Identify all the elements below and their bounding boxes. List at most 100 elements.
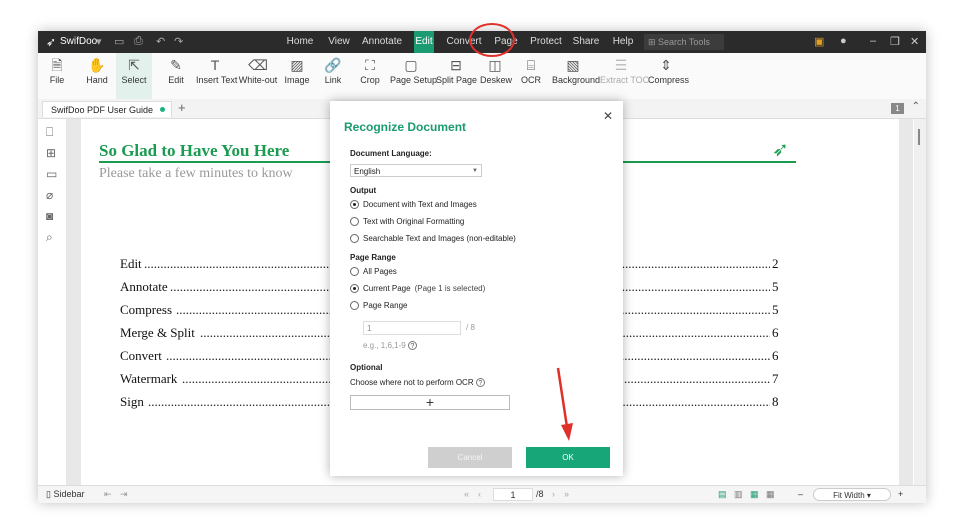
split-icon: ⊟: [450, 57, 462, 73]
radio-unchecked-icon: [350, 234, 359, 244]
compress-button[interactable]: ⇕ Compress: [648, 53, 689, 99]
crop-button[interactable]: ⛶ Crop: [358, 53, 382, 99]
link-icon: 🔗: [324, 57, 342, 73]
range-custom[interactable]: Page Range: [350, 301, 407, 311]
page-setup-icon: ▢: [404, 57, 418, 73]
edit-button[interactable]: ✎ Edit: [164, 53, 188, 99]
two-page-view-icon[interactable]: ▥: [734, 489, 743, 500]
comment-icon[interactable]: ▭: [46, 167, 57, 181]
zoom-select[interactable]: Fit Width ▾: [813, 488, 891, 501]
close-icon[interactable]: ✕: [603, 109, 613, 123]
white-out-button[interactable]: ⌫ White-out: [238, 53, 278, 99]
compress-icon: ⇕: [660, 57, 672, 73]
store-icon[interactable]: ▣: [814, 35, 824, 48]
page-number-input[interactable]: 1: [493, 488, 533, 501]
prev-page-icon[interactable]: ‹: [478, 489, 481, 499]
page-range-total: / 8: [466, 323, 475, 332]
back-icon[interactable]: ⇤: [104, 489, 112, 500]
attachment-icon[interactable]: ⌀: [46, 188, 53, 202]
unsaved-dot-icon: [160, 107, 165, 112]
page-total: /8: [536, 489, 544, 499]
grid-view-icon[interactable]: ▦: [766, 489, 775, 500]
undo-icon[interactable]: ↶: [156, 35, 165, 48]
menu-view[interactable]: View: [326, 31, 352, 53]
first-page-icon[interactable]: «: [464, 489, 469, 499]
scroll-thumb[interactable]: [918, 129, 920, 145]
menu-share[interactable]: Share: [572, 31, 600, 53]
scroll-view-icon[interactable]: ▦: [750, 489, 759, 500]
app-name[interactable]: SwifDoo: [60, 36, 97, 47]
radio-unchecked-icon: [350, 301, 359, 311]
restore-icon[interactable]: ❐: [890, 35, 900, 48]
search-grid-icon: ⊞: [648, 37, 659, 47]
sidebar-toggle[interactable]: ▯ Sidebar: [46, 489, 84, 500]
menu-annotate[interactable]: Annotate: [362, 31, 402, 53]
radio-checked-icon: [350, 284, 359, 294]
output-option-text-images[interactable]: Document with Text and Images: [350, 200, 477, 210]
close-window-icon[interactable]: ✕: [910, 35, 919, 48]
radio-checked-icon: [350, 200, 359, 210]
add-exclude-area-button[interactable]: +: [350, 395, 510, 410]
dialog-title: Recognize Document: [344, 120, 467, 134]
menu-edit[interactable]: Edit: [414, 31, 434, 53]
cancel-button[interactable]: Cancel: [428, 447, 512, 468]
document-heading: So Glad to Have You Here: [99, 141, 290, 160]
deskew-button[interactable]: ◫ Deskew: [480, 53, 512, 99]
dropdown-icon[interactable]: ▾: [96, 35, 102, 48]
text-icon: T: [210, 57, 220, 73]
toc-icon: ☰: [614, 57, 628, 73]
select-button[interactable]: ⇱ Select: [116, 53, 152, 99]
minimize-icon[interactable]: –: [870, 35, 876, 47]
image-button[interactable]: ▨ Image: [284, 53, 310, 99]
menu-help[interactable]: Help: [610, 31, 636, 53]
hand-icon: ✋: [88, 57, 106, 73]
ocr-button[interactable]: ⌸ OCR: [518, 53, 544, 99]
search-icon[interactable]: ⌕: [46, 230, 53, 245]
optional-label: Optional: [350, 363, 383, 372]
file-button[interactable]: 🗎 File: [44, 53, 70, 99]
link-button[interactable]: 🔗 Link: [322, 53, 344, 99]
left-rail: ⎕ ⊞ ▭ ⌀ ◙ ⌕: [38, 119, 67, 485]
zoom-out-icon[interactable]: –: [798, 489, 803, 499]
split-page-button[interactable]: ⊟ Split Page: [436, 53, 477, 99]
user-avatar-icon[interactable]: ●: [840, 35, 847, 47]
range-all-pages[interactable]: All Pages: [350, 267, 397, 277]
extract-toc-button[interactable]: ☰ Extract TOC: [600, 53, 649, 99]
bookmark-icon[interactable]: ⎕: [46, 125, 53, 140]
signature-icon[interactable]: ◙: [46, 209, 53, 223]
language-select[interactable]: English ▼: [350, 164, 482, 177]
redo-icon[interactable]: ↷: [174, 35, 183, 48]
edit-ribbon: 🗎 File ✋ Hand ⇱ Select ✎ Edit T Insert Text ⌫…: [38, 53, 926, 100]
document-tab[interactable]: SwifDoo PDF User Guide: [42, 101, 172, 117]
next-page-icon[interactable]: ›: [552, 489, 555, 499]
insert-text-button[interactable]: T Insert Text: [196, 53, 237, 99]
radio-unchecked-icon: [350, 267, 359, 277]
vertical-scrollbar[interactable]: [914, 119, 926, 485]
edit-icon: ✎: [170, 57, 182, 73]
menu-home[interactable]: Home: [286, 31, 314, 53]
thumbnails-icon[interactable]: ⊞: [46, 146, 56, 160]
range-current-page[interactable]: Current Page (Page 1 is selected): [350, 284, 485, 294]
ok-button[interactable]: OK: [526, 447, 610, 468]
print-icon[interactable]: ⎙: [134, 35, 143, 48]
add-tab-icon[interactable]: +: [178, 100, 186, 115]
single-page-view-icon[interactable]: ▤: [718, 489, 727, 500]
hand-button[interactable]: ✋ Hand: [82, 53, 112, 99]
page-range-input[interactable]: 1: [363, 321, 461, 335]
background-button[interactable]: ▧ Background: [552, 53, 600, 99]
swifdoo-logo-icon: ➶: [46, 35, 57, 49]
forward-icon[interactable]: ⇥: [120, 489, 128, 500]
output-option-original-formatting[interactable]: Text with Original Formatting: [350, 217, 464, 227]
chevron-down-icon: ▼: [472, 168, 478, 174]
page-setup-button[interactable]: ▢ Page Setup: [390, 53, 437, 99]
ocr-icon: ⌸: [526, 57, 536, 73]
collapse-ribbon-icon[interactable]: ⌃: [912, 101, 920, 112]
menu-protect[interactable]: Protect: [530, 31, 562, 53]
search-tools-input[interactable]: ⊞ Search Tools: [644, 34, 724, 50]
zoom-in-icon[interactable]: +: [898, 489, 903, 499]
output-option-searchable[interactable]: Searchable Text and Images (non-editable…: [350, 234, 516, 244]
last-page-icon[interactable]: »: [564, 489, 569, 499]
save-icon[interactable]: ▭: [114, 35, 124, 48]
help-icon[interactable]: ?: [475, 378, 485, 388]
help-icon[interactable]: ?: [407, 341, 417, 351]
